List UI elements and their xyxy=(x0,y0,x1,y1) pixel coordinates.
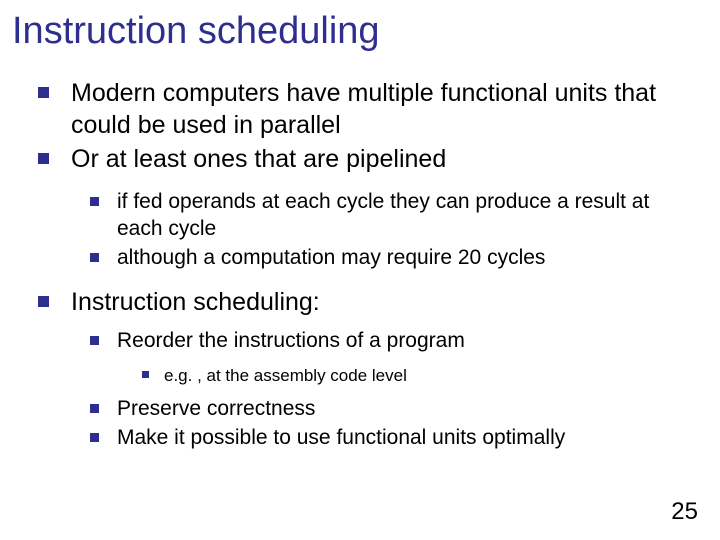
square-bullet-icon xyxy=(90,253,99,262)
bullet-text: Reorder the instructions of a program xyxy=(117,328,465,355)
square-bullet-icon xyxy=(90,404,99,413)
square-bullet-icon xyxy=(38,296,49,307)
list-item: Make it possible to use functional units… xyxy=(20,425,700,452)
list-item: Instruction scheduling: xyxy=(20,286,700,318)
page-number: 25 xyxy=(671,498,698,526)
square-bullet-icon xyxy=(142,371,149,378)
list-item: Reorder the instructions of a program xyxy=(20,328,700,355)
bullet-text: if fed operands at each cycle they can p… xyxy=(117,189,700,243)
list-item: Or at least ones that are pipelined xyxy=(20,143,700,175)
slide-title: Instruction scheduling xyxy=(0,0,720,53)
bullet-text: Or at least ones that are pipelined xyxy=(71,143,446,175)
bullet-text: Modern computers have multiple functiona… xyxy=(71,77,700,141)
square-bullet-icon xyxy=(90,336,99,345)
slide-content: Modern computers have multiple functiona… xyxy=(0,53,720,452)
square-bullet-icon xyxy=(90,197,99,206)
list-item: e.g. , at the assembly code level xyxy=(20,365,700,387)
list-item: Modern computers have multiple functiona… xyxy=(20,77,700,141)
bullet-text: Make it possible to use functional units… xyxy=(117,425,565,452)
bullet-text: Instruction scheduling: xyxy=(71,286,320,318)
bullet-text: e.g. , at the assembly code level xyxy=(164,365,407,387)
square-bullet-icon xyxy=(38,153,49,164)
square-bullet-icon xyxy=(90,433,99,442)
list-item: Preserve correctness xyxy=(20,396,700,423)
bullet-text: although a computation may require 20 cy… xyxy=(117,245,545,272)
list-item: although a computation may require 20 cy… xyxy=(20,245,700,272)
square-bullet-icon xyxy=(38,87,49,98)
list-item: if fed operands at each cycle they can p… xyxy=(20,189,700,243)
bullet-text: Preserve correctness xyxy=(117,396,315,423)
